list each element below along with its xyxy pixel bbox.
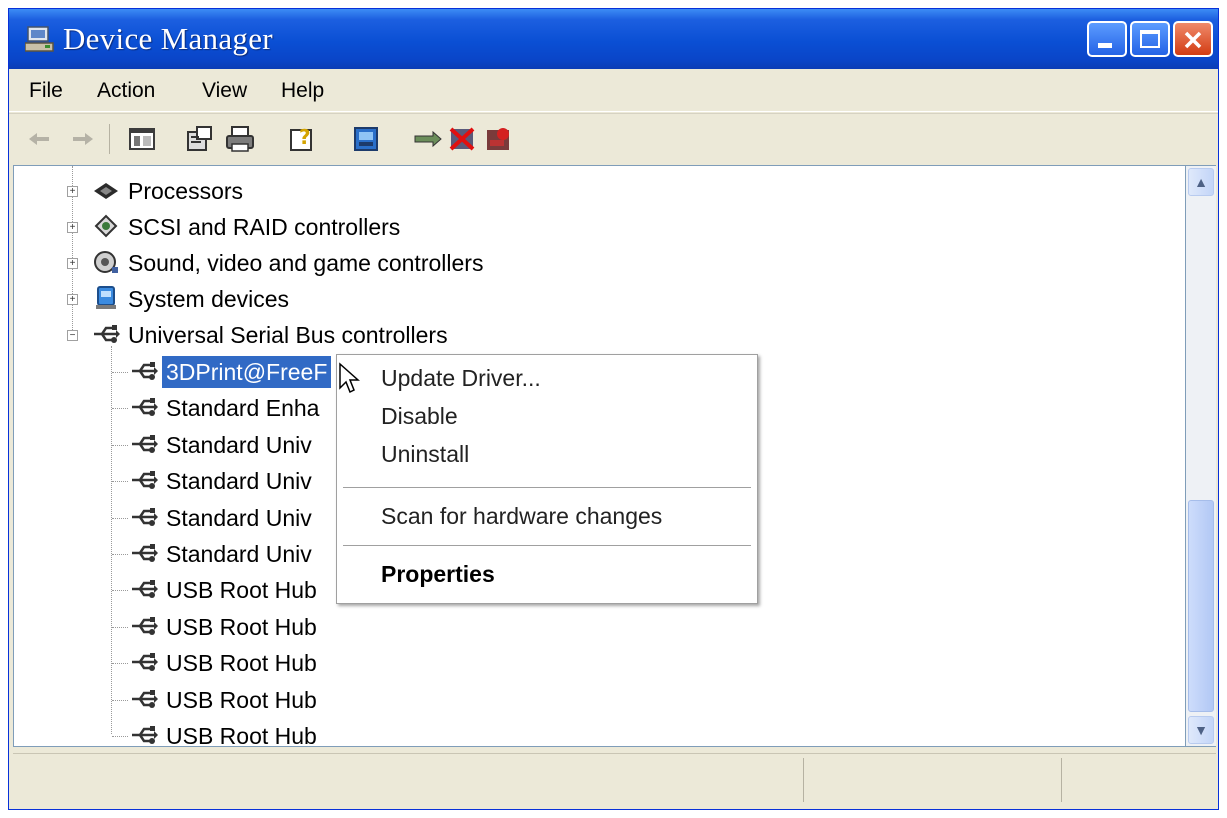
menu-bar: File Action View Help — [9, 71, 1218, 112]
tree-line — [112, 445, 128, 446]
tree-device[interactable]: Standard Univ — [166, 502, 312, 534]
minimize-button[interactable] — [1087, 21, 1127, 57]
tree-category[interactable]: Sound, video and game controllers — [128, 247, 483, 279]
processor-icon — [94, 183, 118, 199]
menu-action[interactable]: Action — [97, 79, 155, 103]
tree-device[interactable]: USB Root Hub — [166, 574, 317, 606]
uninstall-icon[interactable] — [481, 122, 515, 156]
usb-icon — [94, 325, 120, 343]
tree-device[interactable]: Standard Univ — [166, 429, 312, 461]
expand-toggle[interactable]: + — [67, 222, 78, 233]
maximize-icon — [1140, 30, 1160, 48]
tree-category[interactable]: Processors — [128, 175, 243, 207]
menu-uninstall[interactable]: Uninstall — [381, 441, 469, 468]
tree-device[interactable]: USB Root Hub — [166, 647, 317, 679]
scsi-icon — [94, 214, 118, 238]
mouse-cursor-icon — [339, 362, 360, 394]
tree-line — [111, 346, 112, 734]
usb-device-icon — [132, 580, 158, 598]
usb-device-icon — [132, 471, 158, 489]
title-bar[interactable]: Device Manager — [9, 9, 1218, 69]
tree-device[interactable]: Standard Enha — [166, 392, 319, 424]
menu-update-driver[interactable]: Update Driver... — [381, 365, 541, 392]
usb-device-icon — [132, 726, 158, 744]
tree-category[interactable]: Universal Serial Bus controllers — [128, 319, 448, 351]
expand-toggle[interactable]: + — [67, 186, 78, 197]
expand-toggle[interactable]: + — [67, 258, 78, 269]
back-icon[interactable] — [23, 122, 57, 156]
menu-disable[interactable]: Disable — [381, 403, 458, 430]
forward-icon[interactable] — [65, 122, 99, 156]
usb-device-icon — [132, 508, 158, 526]
properties-icon[interactable] — [183, 122, 217, 156]
menu-scan-hardware[interactable]: Scan for hardware changes — [381, 503, 662, 530]
menu-view[interactable]: View — [202, 79, 247, 103]
close-icon — [1184, 31, 1202, 49]
maximize-button[interactable] — [1130, 21, 1170, 57]
tree-line — [112, 700, 128, 701]
tree-device[interactable]: USB Root Hub — [166, 611, 317, 643]
scroll-down-button[interactable]: ▼ — [1188, 716, 1214, 744]
scroll-thumb[interactable] — [1188, 500, 1214, 712]
usb-device-icon — [132, 362, 158, 380]
close-button[interactable] — [1173, 21, 1213, 57]
chevron-up-icon: ▲ — [1194, 174, 1208, 190]
menu-separator — [343, 545, 751, 546]
tree-line — [112, 481, 128, 482]
tree-line — [112, 518, 128, 519]
svg-text:?: ? — [299, 125, 311, 149]
tree-device[interactable]: USB Root Hub — [166, 684, 317, 716]
usb-device-icon — [132, 653, 158, 671]
tree-device[interactable]: USB Root Hub — [166, 720, 317, 746]
sound-icon — [94, 251, 118, 273]
tree-category[interactable]: SCSI and RAID controllers — [128, 211, 400, 243]
tree-line — [112, 408, 128, 409]
device-manager-icon — [25, 26, 54, 52]
usb-device-icon — [132, 435, 158, 453]
context-menu: Update Driver... Disable Uninstall Scan … — [336, 354, 758, 604]
scroll-up-button[interactable]: ▲ — [1188, 168, 1214, 196]
print-icon[interactable] — [223, 122, 257, 156]
usb-device-icon — [132, 398, 158, 416]
tree-device[interactable]: Standard Univ — [166, 538, 312, 570]
scan-icon[interactable] — [349, 122, 383, 156]
status-panel — [1061, 758, 1216, 802]
status-bar — [13, 753, 1216, 806]
tree-line — [112, 590, 128, 591]
toolbar: ? — [9, 113, 1218, 164]
menu-file[interactable]: File — [29, 79, 63, 103]
chevron-down-icon: ▼ — [1194, 722, 1208, 738]
tree-line — [112, 554, 128, 555]
menu-properties[interactable]: Properties — [381, 561, 495, 588]
tree-device-selected[interactable]: 3DPrint@FreeF — [162, 356, 332, 388]
disable-icon[interactable] — [445, 122, 479, 156]
tree-line — [112, 736, 128, 737]
usb-device-icon — [132, 544, 158, 562]
minimize-icon — [1098, 43, 1112, 48]
help-icon[interactable]: ? — [285, 122, 319, 156]
menu-help[interactable]: Help — [281, 79, 324, 103]
usb-device-icon — [132, 617, 158, 635]
console-tree-icon[interactable] — [125, 122, 159, 156]
tree-category[interactable]: System devices — [128, 283, 289, 315]
tree-line — [112, 372, 128, 373]
window-title: Device Manager — [63, 21, 273, 56]
tree-line — [112, 627, 128, 628]
vertical-scrollbar[interactable]: ▲ ▼ — [1186, 165, 1216, 747]
status-panel — [803, 758, 1061, 802]
tree-line — [112, 663, 128, 664]
tree-device[interactable]: Standard Univ — [166, 465, 312, 497]
usb-device-icon — [132, 690, 158, 708]
system-icon — [96, 286, 116, 309]
expand-toggle[interactable]: + — [67, 294, 78, 305]
toolbar-separator — [109, 124, 110, 154]
update-driver-icon[interactable] — [411, 122, 445, 156]
menu-separator — [343, 487, 751, 488]
collapse-toggle[interactable]: − — [67, 330, 78, 341]
